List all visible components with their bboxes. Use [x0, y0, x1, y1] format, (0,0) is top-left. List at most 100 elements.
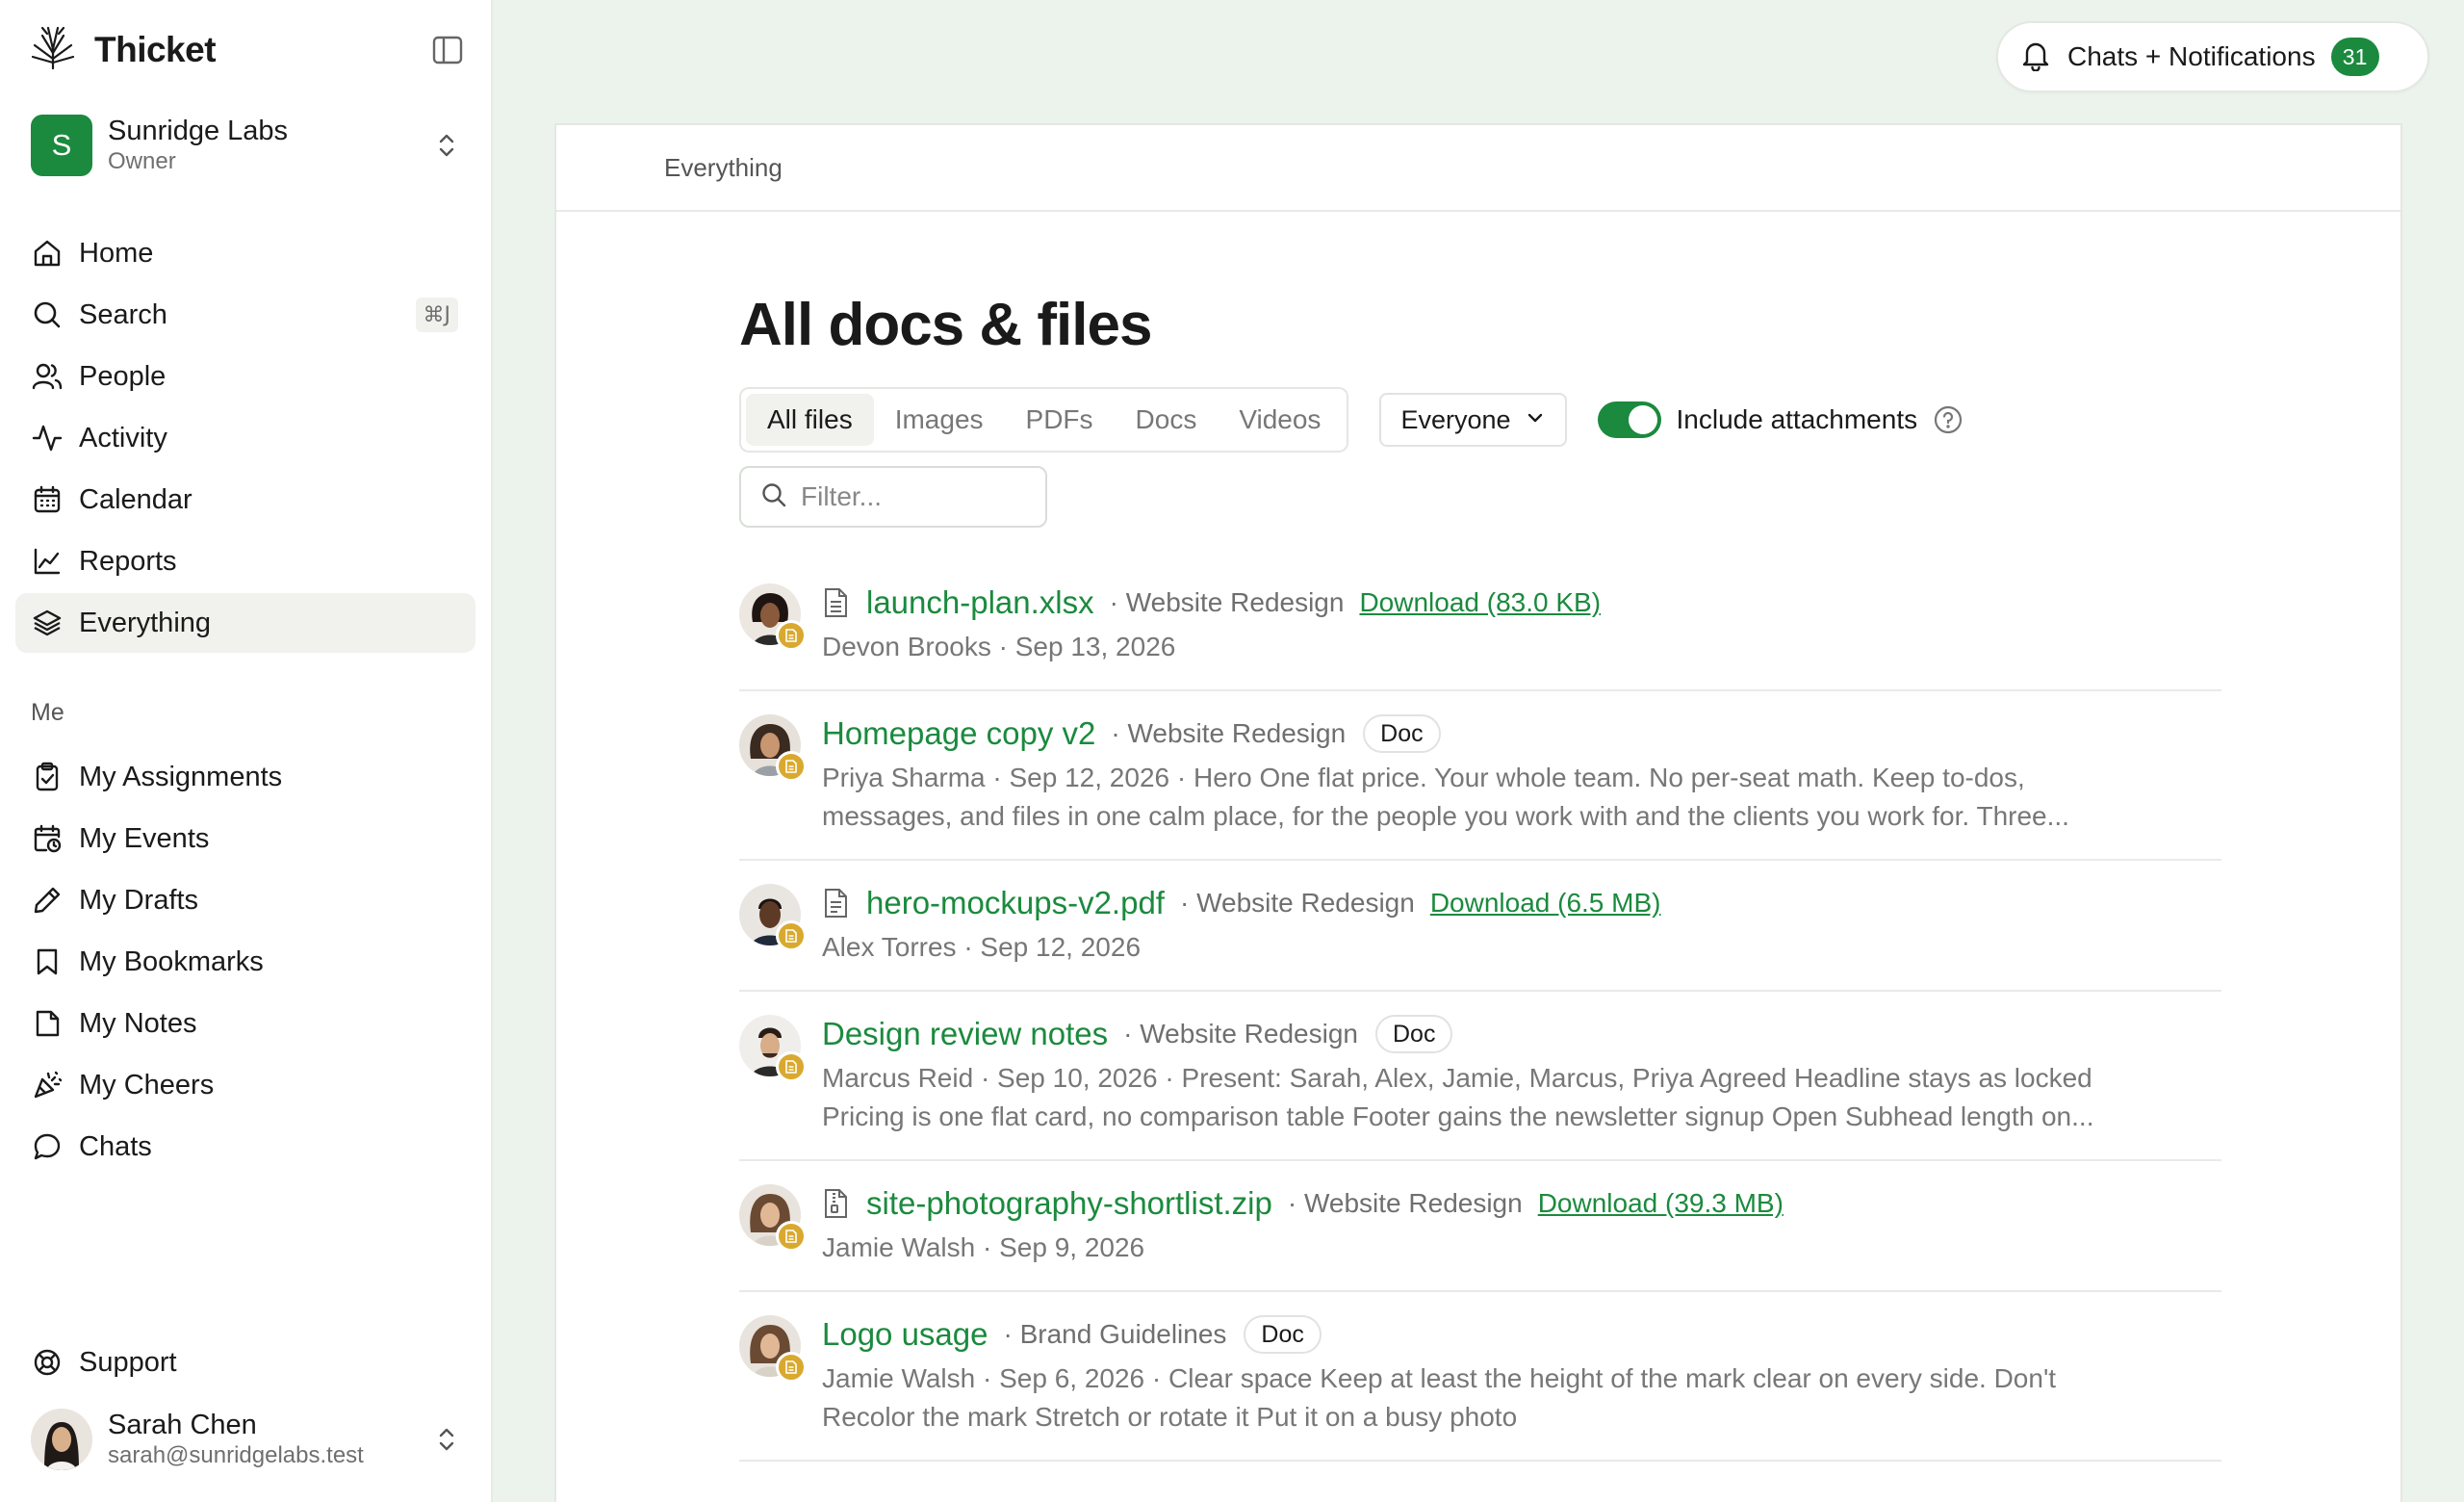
list-item: site-photography-shortlist.zip · Website…	[739, 1161, 2221, 1292]
brand[interactable]: Thicket	[29, 25, 217, 75]
nav-item-label: Everything	[79, 607, 212, 638]
nav-item-label: Support	[79, 1346, 177, 1378]
download-link[interactable]: Download (83.0 KB)	[1359, 587, 1601, 618]
bookmark-icon	[31, 945, 64, 978]
nav-item-search[interactable]: Search ⌘J	[15, 285, 475, 345]
avatar	[739, 884, 807, 951]
nav-item-home[interactable]: Home	[15, 223, 475, 283]
footer-nav: Support	[15, 1333, 475, 1392]
list-item: launch-plan.xlsx · Website Redesign Down…	[739, 560, 2221, 691]
filter-input-box[interactable]	[739, 466, 1047, 528]
nav-item-label: People	[79, 360, 167, 392]
chat-bubble-icon	[31, 1130, 64, 1163]
file-type-badge-icon	[776, 751, 807, 782]
file-type-badge-icon	[776, 920, 807, 951]
doc-title-link[interactable]: Homepage copy v2	[822, 715, 1095, 752]
include-attachments-label: Include attachments	[1676, 404, 1918, 434]
nav-item-my-events[interactable]: My Events	[15, 809, 475, 868]
include-attachments-toggle[interactable]	[1597, 401, 1661, 438]
filter-controls: All files Images PDFs Docs Videos Everyo…	[739, 387, 2221, 453]
user-menu[interactable]: Sarah Chen sarah@sunridgelabs.test	[31, 1406, 464, 1473]
download-link[interactable]: Download (39.3 MB)	[1538, 1188, 1784, 1219]
search-shortcut: ⌘J	[415, 298, 458, 332]
nav-item-label: Activity	[79, 422, 167, 453]
note-icon	[31, 1007, 64, 1040]
filter-input[interactable]	[801, 481, 1032, 512]
doc-meta: Priya Sharma · Sep 12, 2026 · Hero One f…	[822, 763, 2025, 792]
file-project[interactable]: · Website Redesign	[1111, 718, 1346, 749]
nav-item-activity[interactable]: Activity	[15, 408, 475, 468]
nav-item-chats[interactable]: Chats	[15, 1117, 475, 1177]
chats-notifications-button[interactable]: Chats + Notifications 31	[1996, 21, 2429, 92]
nav-item-my-bookmarks[interactable]: My Bookmarks	[15, 932, 475, 992]
nav-item-everything[interactable]: Everything	[15, 593, 475, 653]
bell-icon	[2019, 39, 2052, 76]
sidebar-toggle-icon[interactable]	[431, 35, 464, 65]
file-meta: Devon Brooks · Sep 13, 2026	[822, 632, 1176, 661]
avatar	[739, 1315, 807, 1383]
tab-images[interactable]: Images	[874, 394, 1005, 446]
doc-title-link[interactable]: Design review notes	[822, 1016, 1108, 1052]
file-title-link[interactable]: site-photography-shortlist.zip	[866, 1185, 1272, 1222]
nav-item-reports[interactable]: Reports	[15, 531, 475, 591]
nav-item-calendar[interactable]: Calendar	[15, 470, 475, 530]
nav-item-my-assignments[interactable]: My Assignments	[15, 747, 475, 807]
download-link[interactable]: Download (6.5 MB)	[1430, 888, 1661, 919]
avatar	[31, 1409, 92, 1470]
doc-excerpt: Recolor the mark Stretch or rotate it Pu…	[822, 1402, 1518, 1432]
doc-type-badge: Doc	[1363, 714, 1441, 753]
list-item: hero-mockups-v2.pdf · Website Redesign D…	[739, 861, 2221, 992]
nav-item-label: Search	[79, 298, 167, 330]
doc-meta: Jamie Walsh · Sep 6, 2026 · Clear space …	[822, 1363, 2057, 1393]
file-type-badge-icon	[776, 620, 807, 651]
breadcrumb-item[interactable]: Everything	[664, 153, 783, 183]
file-type-badge-icon	[776, 1352, 807, 1383]
workspace-name: Sunridge Labs	[108, 116, 289, 146]
user-email: sarah@sunridgelabs.test	[108, 1442, 364, 1468]
list-item: Logo usage · Brand Guidelines Doc Jamie …	[739, 1292, 2221, 1462]
file-project[interactable]: · Website Redesign	[1110, 587, 1345, 618]
tab-docs[interactable]: Docs	[1115, 394, 1219, 446]
list-item: Homepage copy v2 · Website Redesign Doc …	[739, 691, 2221, 861]
file-project[interactable]: · Website Redesign	[1123, 1019, 1358, 1049]
file-project[interactable]: · Brand Guidelines	[1004, 1319, 1227, 1350]
file-project[interactable]: · Website Redesign	[1180, 888, 1415, 919]
tab-pdfs[interactable]: PDFs	[1005, 394, 1115, 446]
nav-item-my-drafts[interactable]: My Drafts	[15, 870, 475, 930]
files-list: launch-plan.xlsx · Website Redesign Down…	[739, 560, 2221, 1462]
list-item: Design review notes · Website Redesign D…	[739, 992, 2221, 1161]
workspace-role: Owner	[108, 148, 176, 174]
search-icon	[31, 298, 64, 331]
nav-item-label: My Assignments	[79, 761, 283, 792]
avatar	[739, 1015, 807, 1082]
party-popper-icon	[31, 1069, 64, 1101]
main-panel: Everything All docs & files All files Im…	[554, 123, 2402, 1502]
content: All docs & files All files Images PDFs D…	[739, 289, 2221, 1462]
workspace-switcher[interactable]: S Sunridge Labs Owner	[31, 114, 464, 177]
nav-item-people[interactable]: People	[15, 347, 475, 406]
activity-icon	[31, 422, 64, 454]
tab-all-files[interactable]: All files	[746, 394, 874, 446]
nav-item-support[interactable]: Support	[15, 1333, 475, 1392]
doc-meta: Marcus Reid · Sep 10, 2026 · Present: Sa…	[822, 1063, 2092, 1093]
spreadsheet-file-icon	[822, 587, 849, 618]
file-title-link[interactable]: launch-plan.xlsx	[866, 584, 1094, 621]
help-circle-icon[interactable]	[1933, 404, 1964, 435]
me-nav: My Assignments My Events My Drafts My Bo…	[15, 747, 475, 1177]
file-project[interactable]: · Website Redesign	[1288, 1188, 1523, 1219]
calendar-clock-icon	[31, 822, 64, 855]
file-title-link[interactable]: hero-mockups-v2.pdf	[866, 885, 1165, 921]
nav-item-label: Chats	[79, 1130, 152, 1162]
tab-videos[interactable]: Videos	[1218, 394, 1342, 446]
doc-title-link[interactable]: Logo usage	[822, 1316, 988, 1353]
home-icon	[31, 237, 64, 270]
pdf-file-icon	[822, 888, 849, 919]
nav-item-my-notes[interactable]: My Notes	[15, 994, 475, 1053]
nav-item-label: Calendar	[79, 483, 192, 515]
people-filter-dropdown[interactable]: Everyone	[1379, 393, 1567, 447]
nav-item-label: My Cheers	[79, 1069, 215, 1101]
nav-item-my-cheers[interactable]: My Cheers	[15, 1055, 475, 1115]
app-name: Thicket	[94, 30, 217, 69]
nav-item-label: My Notes	[79, 1007, 197, 1039]
page-title: All docs & files	[739, 292, 1152, 358]
